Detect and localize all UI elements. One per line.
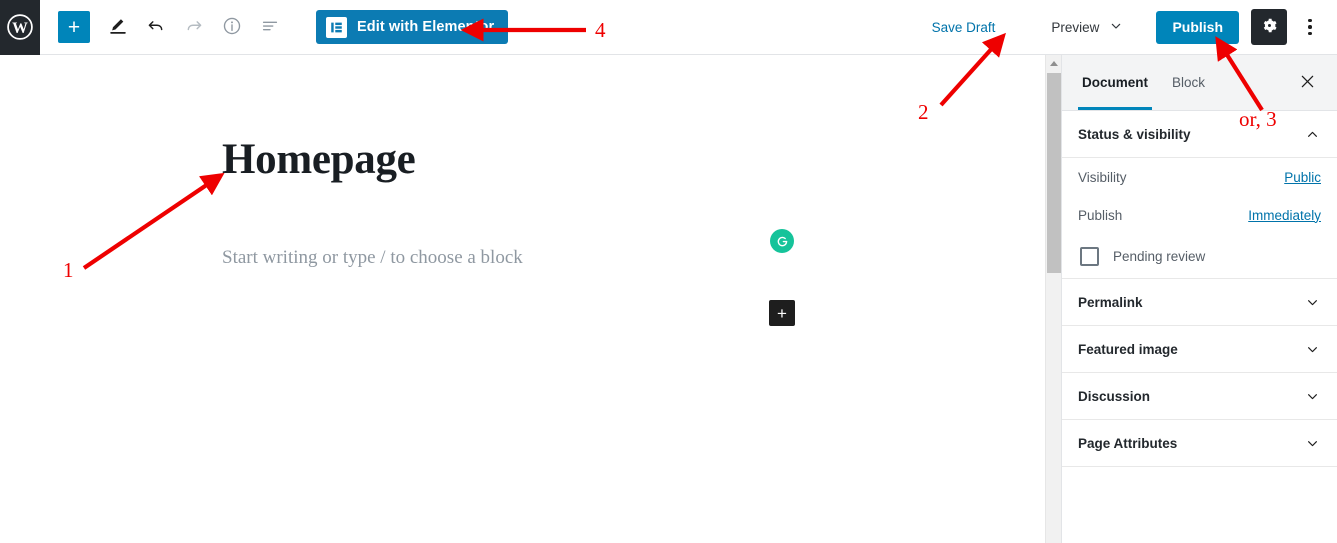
- inline-block-inserter-button[interactable]: +: [769, 300, 795, 326]
- post-title[interactable]: Homepage: [222, 135, 416, 184]
- info-icon: [221, 15, 243, 40]
- visibility-value-link[interactable]: Public: [1284, 170, 1321, 185]
- close-sidebar-button[interactable]: [1289, 65, 1325, 101]
- visibility-label: Visibility: [1078, 169, 1127, 185]
- list-view-icon: [259, 15, 281, 40]
- pending-review-checkbox[interactable]: [1080, 246, 1099, 266]
- block-navigation-button[interactable]: [252, 9, 288, 45]
- tab-document[interactable]: Document: [1070, 55, 1160, 110]
- save-draft-button[interactable]: Save Draft: [922, 14, 1006, 41]
- edit-with-elementor-button[interactable]: Edit with Elementor: [316, 10, 509, 44]
- chevron-down-icon: [1304, 341, 1321, 358]
- add-block-button[interactable]: +: [58, 11, 90, 43]
- panel-permalink[interactable]: Permalink: [1062, 279, 1337, 326]
- panel-title: Featured image: [1078, 341, 1178, 357]
- elementor-button-label: Edit with Elementor: [357, 19, 495, 35]
- preview-button[interactable]: Preview: [1043, 12, 1132, 43]
- chevron-down-icon: [1108, 18, 1124, 37]
- redo-button[interactable]: [176, 9, 212, 45]
- tools-pencil-button[interactable]: [100, 9, 136, 45]
- panel-title: Status & visibility: [1078, 126, 1191, 142]
- pending-review-label: Pending review: [1113, 248, 1206, 264]
- editor-toolbar: W + Edit with Elementor Save Draft Previ…: [0, 0, 1337, 55]
- scrollbar-thumb[interactable]: [1047, 73, 1061, 273]
- svg-text:W: W: [12, 20, 28, 37]
- preview-label: Preview: [1051, 19, 1100, 35]
- panel-title: Permalink: [1078, 294, 1143, 310]
- chevron-up-icon: [1304, 126, 1321, 143]
- wordpress-logo-button[interactable]: W: [0, 0, 40, 55]
- vertical-dots-icon: [1308, 31, 1312, 36]
- plus-icon: +: [67, 15, 81, 39]
- elementor-icon: [326, 16, 347, 38]
- editor-canvas[interactable]: Homepage Start writing or type / to choo…: [0, 55, 1045, 543]
- wordpress-block-editor: W + Edit with Elementor Save Draft Previ…: [0, 0, 1337, 543]
- panel-discussion[interactable]: Discussion: [1062, 373, 1337, 420]
- panel-title: Page Attributes: [1078, 435, 1178, 451]
- gear-icon: [1260, 16, 1279, 38]
- undo-icon: [145, 15, 167, 40]
- toolbar-right-group: Save Draft Preview Publish: [922, 0, 1337, 55]
- row-publish-date: Publish Immediately: [1062, 196, 1337, 234]
- chevron-down-icon: [1304, 294, 1321, 311]
- panel-featured-image[interactable]: Featured image: [1062, 326, 1337, 373]
- tab-block[interactable]: Block: [1160, 55, 1217, 110]
- canvas-scrollbar[interactable]: [1045, 55, 1061, 543]
- publish-label: Publish: [1078, 207, 1123, 223]
- redo-icon: [183, 15, 205, 40]
- publish-button[interactable]: Publish: [1156, 10, 1239, 44]
- more-options-button[interactable]: [1295, 9, 1325, 45]
- wordpress-logo-icon: W: [7, 14, 33, 40]
- chevron-down-icon: [1304, 388, 1321, 405]
- undo-button[interactable]: [138, 9, 174, 45]
- pencil-icon: [107, 15, 129, 40]
- row-pending-review: Pending review: [1062, 234, 1337, 278]
- sidebar-tab-bar: Document Block: [1062, 55, 1337, 111]
- settings-button[interactable]: [1251, 9, 1287, 45]
- scroll-up-arrow-icon[interactable]: [1046, 55, 1062, 72]
- panel-status-and-visibility[interactable]: Status & visibility: [1062, 111, 1337, 158]
- settings-sidebar: Document Block Status & visibility Visib…: [1061, 55, 1337, 543]
- panel-page-attributes[interactable]: Page Attributes: [1062, 420, 1337, 467]
- close-icon: [1298, 72, 1317, 94]
- paragraph-block-placeholder[interactable]: Start writing or type / to choose a bloc…: [222, 247, 523, 269]
- grammarly-icon[interactable]: [770, 229, 794, 253]
- vertical-dots-icon: [1308, 18, 1312, 23]
- panel-title: Discussion: [1078, 388, 1151, 404]
- row-visibility: Visibility Public: [1062, 158, 1337, 196]
- toolbar-left-group: + Edit with Elementor: [40, 0, 509, 55]
- content-info-button[interactable]: [214, 9, 250, 45]
- publish-date-link[interactable]: Immediately: [1248, 208, 1321, 223]
- plus-icon: +: [777, 303, 787, 323]
- vertical-dots-icon: [1308, 25, 1312, 29]
- chevron-down-icon: [1304, 435, 1321, 452]
